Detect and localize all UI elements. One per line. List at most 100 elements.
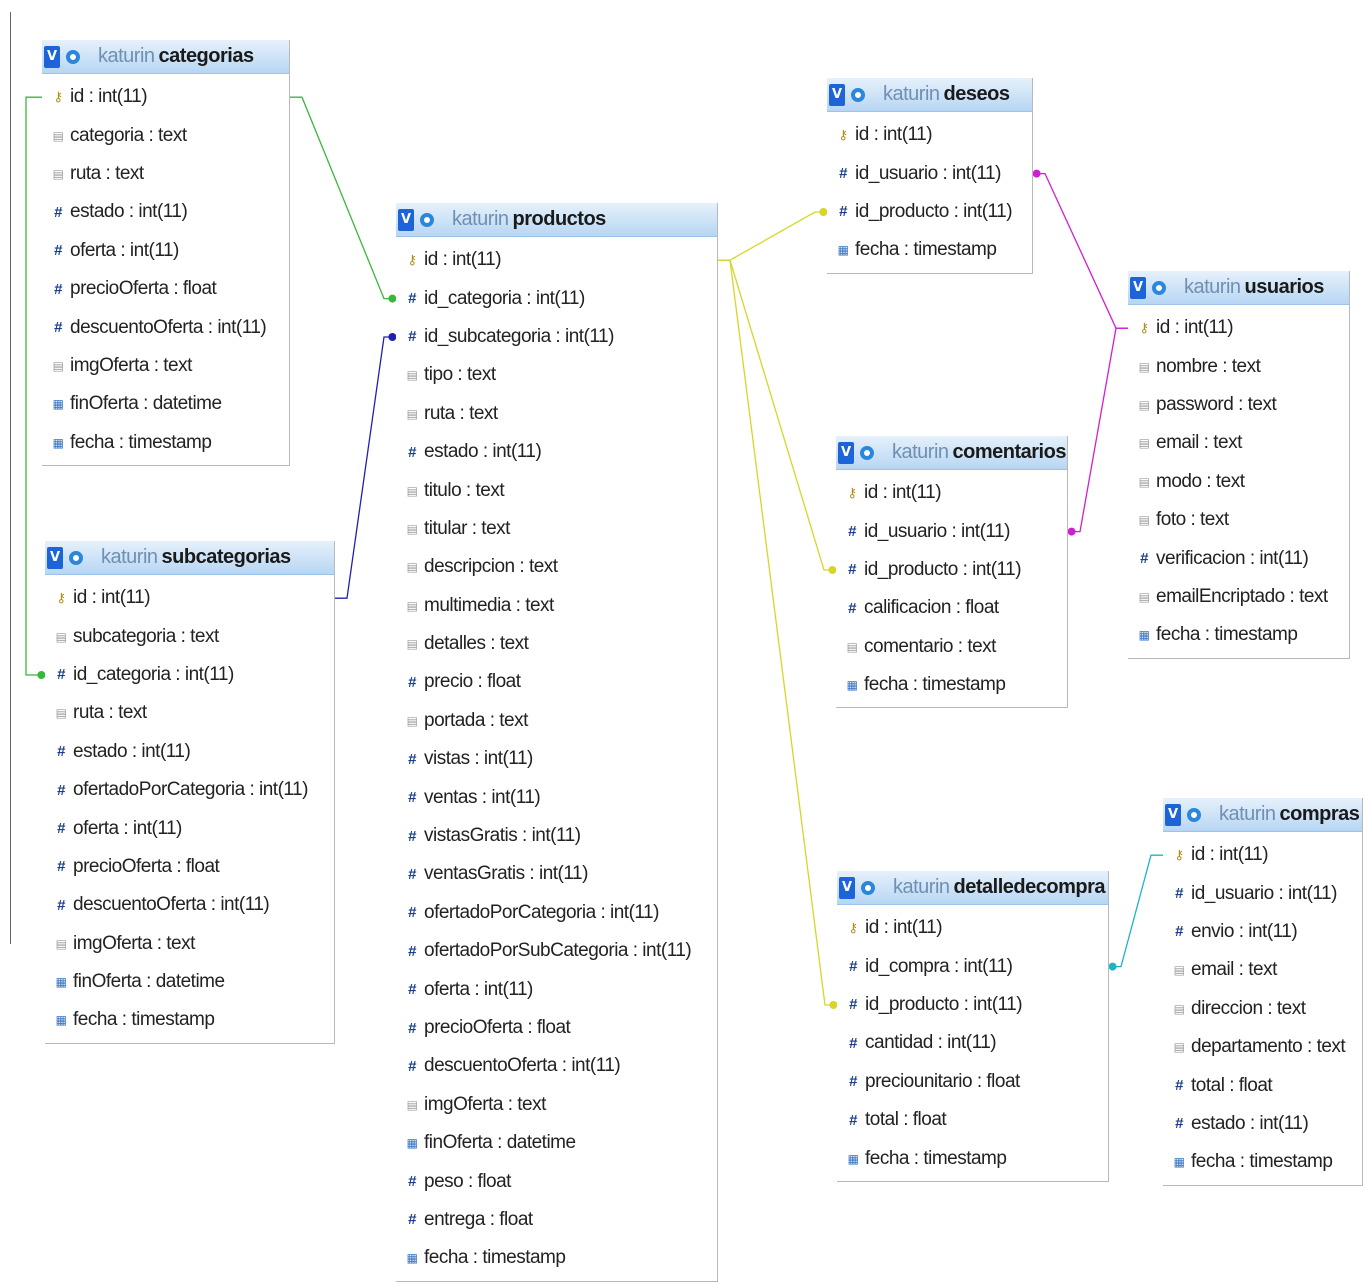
column-row[interactable]: # id_usuario : int(11): [827, 154, 1032, 192]
column-row[interactable]: # ofertadoPorSubCategoria : int(11): [396, 932, 717, 970]
table-header[interactable]: Vkaturin deseos: [827, 78, 1032, 112]
column-row[interactable]: # cantidad : int(11): [837, 1024, 1108, 1062]
column-row[interactable]: # id_producto : int(11): [827, 193, 1032, 231]
column-row[interactable]: # id_subcategoria : int(11): [396, 318, 717, 356]
gear-icon[interactable]: [1187, 807, 1201, 822]
column-row[interactable]: ▦ finOferta : datetime: [45, 963, 334, 1001]
column-row[interactable]: ▤ password : text: [1128, 386, 1349, 424]
gear-icon[interactable]: [851, 87, 865, 102]
column-row[interactable]: # precioOferta : float: [45, 848, 334, 886]
column-row[interactable]: ▤ emailEncriptado : text: [1128, 578, 1349, 616]
column-row[interactable]: # oferta : int(11): [396, 970, 717, 1008]
column-row[interactable]: ⚷ id : int(11): [42, 78, 289, 116]
column-row[interactable]: # oferta : int(11): [42, 232, 289, 270]
column-row[interactable]: ⚷ id : int(11): [45, 579, 334, 617]
column-row[interactable]: # id_producto : int(11): [837, 986, 1108, 1024]
toggle-icon[interactable]: V: [839, 876, 855, 899]
table-header[interactable]: Vkaturin detalledecompra: [837, 871, 1108, 905]
table-subcategorias[interactable]: Vkaturin subcategorias ⚷ id : int(11) ▤ subca…: [45, 541, 335, 1044]
column-row[interactable]: # ventas : int(11): [396, 778, 717, 816]
column-row[interactable]: # id_usuario : int(11): [1163, 874, 1362, 912]
table-deseos[interactable]: Vkaturin deseos ⚷ id : int(11) # id_usuario :…: [827, 78, 1033, 274]
table-usuarios[interactable]: Vkaturin usuarios ⚷ id : int(11) ▤ nombre : t…: [1128, 271, 1350, 659]
column-row[interactable]: ▤ comentario : text: [836, 628, 1067, 666]
table-header[interactable]: Vkaturin productos: [396, 203, 717, 237]
gear-icon[interactable]: [1152, 280, 1166, 295]
column-row[interactable]: ▤ imgOferta : text: [396, 1086, 717, 1124]
gear-icon[interactable]: [861, 880, 875, 895]
column-row[interactable]: # id_categoria : int(11): [396, 279, 717, 317]
column-row[interactable]: # precio : float: [396, 663, 717, 701]
gear-icon[interactable]: [860, 445, 874, 460]
column-row[interactable]: ▤ tipo : text: [396, 356, 717, 394]
column-row[interactable]: # vistas : int(11): [396, 740, 717, 778]
column-row[interactable]: ▤ categoria : text: [42, 116, 289, 154]
column-row[interactable]: ▦ finOferta : datetime: [42, 385, 289, 423]
column-row[interactable]: ⚷ id : int(11): [837, 909, 1108, 947]
gear-icon[interactable]: [69, 550, 83, 565]
column-row[interactable]: # total : float: [837, 1101, 1108, 1139]
column-row[interactable]: # ofertadoPorCategoria : int(11): [45, 771, 334, 809]
column-row[interactable]: ⚷ id : int(11): [1128, 309, 1349, 347]
column-row[interactable]: ▦ fecha : timestamp: [1163, 1143, 1362, 1181]
column-row[interactable]: # estado : int(11): [1163, 1105, 1362, 1143]
column-row[interactable]: ▦ fecha : timestamp: [836, 666, 1067, 704]
column-row[interactable]: # descuentoOferta : int(11): [42, 308, 289, 346]
column-row[interactable]: ▤ ruta : text: [45, 694, 334, 732]
column-row[interactable]: # total : float: [1163, 1066, 1362, 1104]
column-row[interactable]: # oferta : int(11): [45, 809, 334, 847]
column-row[interactable]: # precioOferta : float: [42, 270, 289, 308]
column-row[interactable]: ▤ titular : text: [396, 510, 717, 548]
column-row[interactable]: ▤ email : text: [1128, 424, 1349, 462]
column-row[interactable]: ▤ email : text: [1163, 951, 1362, 989]
column-row[interactable]: ▤ departamento : text: [1163, 1028, 1362, 1066]
column-row[interactable]: # ventasGratis : int(11): [396, 855, 717, 893]
toggle-icon[interactable]: V: [1165, 803, 1181, 826]
toggle-icon[interactable]: V: [47, 546, 63, 569]
column-row[interactable]: ▤ subcategoria : text: [45, 617, 334, 655]
table-comentarios[interactable]: Vkaturin comentarios ⚷ id : int(11) # id_usua…: [836, 436, 1068, 709]
table-productos[interactable]: Vkaturin productos ⚷ id : int(11) # id_catego…: [396, 203, 718, 1282]
column-row[interactable]: ▤ nombre : text: [1128, 347, 1349, 385]
gear-icon[interactable]: [66, 49, 80, 64]
table-compras[interactable]: Vkaturin compras ⚷ id : int(11) # id_usuario …: [1163, 798, 1363, 1186]
column-row[interactable]: ▤ portada : text: [396, 702, 717, 740]
column-row[interactable]: ⚷ id : int(11): [1163, 836, 1362, 874]
column-row[interactable]: # vistasGratis : int(11): [396, 817, 717, 855]
column-row[interactable]: # estado : int(11): [45, 733, 334, 771]
column-row[interactable]: ▤ multimedia : text: [396, 587, 717, 625]
column-row[interactable]: ▦ fecha : timestamp: [837, 1139, 1108, 1177]
column-row[interactable]: ⚷ id : int(11): [827, 116, 1032, 154]
column-row[interactable]: ▤ ruta : text: [42, 155, 289, 193]
column-row[interactable]: ⚷ id : int(11): [836, 474, 1067, 512]
column-row[interactable]: # estado : int(11): [42, 193, 289, 231]
table-categorias[interactable]: Vkaturin categorias ⚷ id : int(11) ▤ categori…: [42, 40, 290, 466]
column-row[interactable]: # descuentoOferta : int(11): [396, 1047, 717, 1085]
toggle-icon[interactable]: V: [829, 83, 845, 106]
column-row[interactable]: ▤ descripcion : text: [396, 548, 717, 586]
column-row[interactable]: ▤ imgOferta : text: [45, 925, 334, 963]
column-row[interactable]: ▤ ruta : text: [396, 395, 717, 433]
table-detalledecompra[interactable]: Vkaturin detalledecompra ⚷ id : int(11) # id_…: [837, 871, 1109, 1182]
column-row[interactable]: # id_categoria : int(11): [45, 656, 334, 694]
column-row[interactable]: # id_compra : int(11): [837, 947, 1108, 985]
column-row[interactable]: # peso : float: [396, 1162, 717, 1200]
column-row[interactable]: ▦ fecha : timestamp: [827, 231, 1032, 269]
column-row[interactable]: # precioOferta : float: [396, 1009, 717, 1047]
column-row[interactable]: # calificacion : float: [836, 589, 1067, 627]
column-row[interactable]: # descuentoOferta : int(11): [45, 886, 334, 924]
toggle-icon[interactable]: V: [1130, 276, 1146, 299]
table-header[interactable]: Vkaturin categorias: [42, 40, 289, 74]
toggle-icon[interactable]: V: [398, 208, 414, 231]
table-header[interactable]: Vkaturin subcategorias: [45, 541, 334, 575]
column-row[interactable]: ▦ fecha : timestamp: [42, 424, 289, 462]
column-row[interactable]: # verificacion : int(11): [1128, 539, 1349, 577]
column-row[interactable]: # estado : int(11): [396, 433, 717, 471]
schema-designer-canvas[interactable]: Vkaturin categorias ⚷ id : int(11) ▤ categori…: [0, 0, 1365, 1282]
column-row[interactable]: ▦ fecha : timestamp: [45, 1001, 334, 1039]
toggle-icon[interactable]: V: [838, 441, 854, 464]
column-row[interactable]: # envio : int(11): [1163, 913, 1362, 951]
column-row[interactable]: ⚷ id : int(11): [396, 241, 717, 279]
column-row[interactable]: ▤ direccion : text: [1163, 990, 1362, 1028]
column-row[interactable]: # id_usuario : int(11): [836, 512, 1067, 550]
